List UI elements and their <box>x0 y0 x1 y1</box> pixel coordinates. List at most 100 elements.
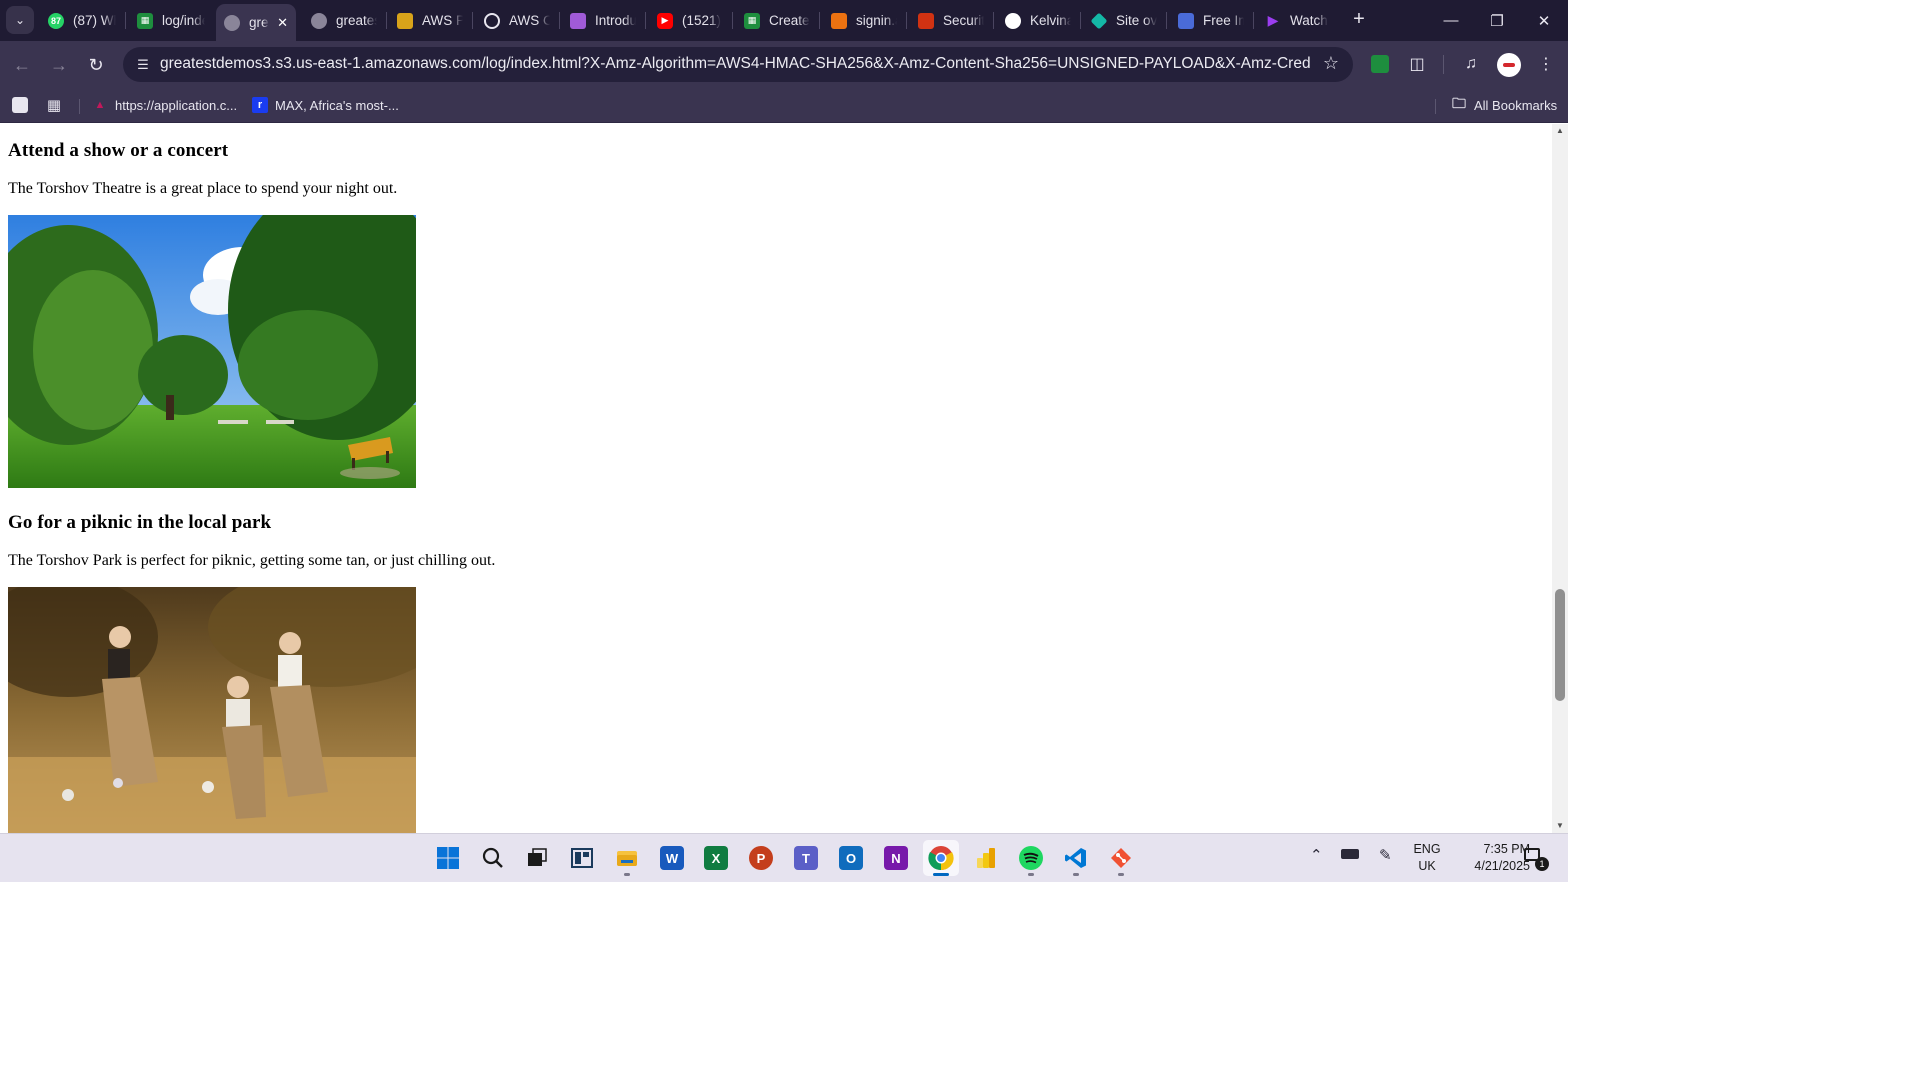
tab-label: Introduction <box>595 13 636 28</box>
tab-whatsapp[interactable]: 87 (87) WhatsApp <box>40 4 124 37</box>
site-info-icon[interactable]: ☰ <box>133 55 153 75</box>
chrome-icon[interactable] <box>923 840 959 876</box>
tab-log-index[interactable]: ▦ log/index.html <box>129 4 213 37</box>
security-icon <box>918 12 934 29</box>
tab-create[interactable]: ▦ Create <box>736 4 818 37</box>
tab-label: signin.aws <box>856 13 897 28</box>
close-window-button[interactable]: ✕ <box>1521 0 1567 41</box>
git-icon[interactable] <box>1103 840 1139 876</box>
app-icon: ▲ <box>94 99 106 111</box>
play-icon: ▶ <box>1267 12 1279 28</box>
bookmarks-bar: ▦ ▲ https://application.c... r MAX, Afri… <box>0 88 1568 123</box>
globe-icon <box>224 14 240 31</box>
max-icon: r <box>252 97 268 113</box>
tab-label: greatestdemos <box>249 15 269 30</box>
spotify-icon[interactable] <box>1013 840 1049 876</box>
start-icon[interactable] <box>430 840 466 876</box>
bookmark-application[interactable]: ▲ https://application.c... <box>92 94 238 116</box>
teams-icon[interactable]: T <box>788 840 824 876</box>
apps-grid-icon[interactable]: ▦ <box>46 94 69 116</box>
github-icon <box>1005 12 1021 29</box>
media-control-icon[interactable]: ♫ <box>1459 52 1483 76</box>
reload-button[interactable]: ↻ <box>81 50 111 80</box>
power-bi-icon[interactable] <box>968 840 1004 876</box>
whatsapp-icon: 87 <box>48 12 64 29</box>
tab-label: Free Images <box>1203 13 1244 28</box>
tab-label: AWS Policy <box>422 13 463 28</box>
close-tab-icon[interactable]: ✕ <box>271 15 288 31</box>
tab-youtube[interactable]: ▶ (1521) <box>649 4 731 37</box>
vscode-icon[interactable] <box>1058 840 1094 876</box>
forward-button[interactable]: → <box>44 50 74 80</box>
scroll-down-arrow-icon[interactable]: ▼ <box>1552 819 1568 833</box>
bookmark-label: MAX, Africa's most-... <box>275 97 399 113</box>
scroll-up-arrow-icon[interactable]: ▲ <box>1552 124 1568 138</box>
browser-toolbar: ← → ↻ ☰ greatestdemos3.s3.us-east-1.amaz… <box>0 41 1568 88</box>
tab-label: Site overview <box>1116 13 1157 28</box>
bookmark-star-icon[interactable]: ☆ <box>1323 53 1339 74</box>
extension-icon[interactable] <box>1368 52 1392 76</box>
tab-watch[interactable]: ▶ Watch <box>1257 4 1339 37</box>
menu-kebab-icon[interactable]: ⋮ <box>1534 52 1558 76</box>
tab-aws-cloud[interactable]: AWS Cloud <box>476 4 558 37</box>
notification-badge: 1 <box>1535 857 1549 871</box>
tab-label: Security <box>943 13 984 28</box>
tab-label: log/index.html <box>162 13 205 28</box>
back-button[interactable]: ← <box>7 50 37 80</box>
sack-race-photo <box>8 587 416 833</box>
address-bar[interactable]: ☰ greatestdemos3.s3.us-east-1.amazonaws.… <box>123 47 1353 82</box>
restore-button[interactable]: ❐ <box>1474 0 1520 41</box>
openai-icon <box>484 12 500 29</box>
notification-center-icon[interactable]: 1 <box>1524 848 1549 871</box>
tab-greatestdemos3[interactable]: greatestdemos3 <box>303 4 385 37</box>
section-text-theatre: The Torshov Theatre is a great place to … <box>8 180 398 197</box>
folder-icon: 🗀 <box>1452 95 1466 111</box>
tab-aws-policy[interactable]: AWS Policy <box>389 4 471 37</box>
bookmark-label: https://application.c... <box>115 97 238 113</box>
park-photo <box>8 215 416 488</box>
new-tab-button[interactable]: + <box>1347 8 1371 32</box>
extensions-puzzle-icon[interactable]: ◫ <box>1405 52 1429 76</box>
page-scrollbar[interactable]: ▲ ▼ <box>1552 124 1568 833</box>
sheet-icon: ▦ <box>744 12 760 29</box>
minimize-button[interactable]: — <box>1428 0 1474 41</box>
powerpoint-icon[interactable]: P <box>743 840 779 876</box>
page-content: Attend a show or a concert The Torshov T… <box>0 124 1552 833</box>
tab-free-images[interactable]: Free Images <box>1170 4 1252 37</box>
system-clock[interactable]: 7:35 PM 4/21/2025 <box>1462 841 1530 875</box>
word-icon[interactable]: W <box>654 840 690 876</box>
tab-label: (1521) <box>682 13 722 28</box>
language-region: UK <box>1418 859 1436 873</box>
show-hidden-icons-chevron-icon[interactable]: ⌃ <box>1310 846 1323 864</box>
globe-icon <box>311 12 327 29</box>
widgets-icon[interactable] <box>564 840 600 876</box>
tab-label: (87) WhatsApp <box>73 13 116 28</box>
pen-icon[interactable]: ✎ <box>1379 846 1392 864</box>
tab-introduction[interactable]: Introduction <box>562 4 644 37</box>
onenote-icon[interactable]: N <box>878 840 914 876</box>
scrollbar-thumb[interactable] <box>1555 589 1565 701</box>
all-bookmarks-button[interactable]: 🗀 All Bookmarks <box>1451 94 1557 116</box>
profile-avatar[interactable] <box>1497 53 1521 77</box>
excel-icon[interactable]: X <box>698 840 734 876</box>
tab-greatestdemos-active[interactable]: greatestdemos ✕ <box>216 4 296 41</box>
file-explorer-icon[interactable] <box>609 840 645 876</box>
url-text[interactable]: greatestdemos3.s3.us-east-1.amazonaws.co… <box>160 55 1310 73</box>
clock-date: 4/21/2025 <box>1474 859 1530 873</box>
tab-github[interactable]: Kelvina <box>997 4 1079 37</box>
input-language-indicator[interactable]: ENG UK <box>1404 841 1450 875</box>
tab-label: Kelvina <box>1030 13 1071 28</box>
tab-search-chevron-icon[interactable]: ⌄ <box>6 6 34 34</box>
tab-groups-icon[interactable] <box>12 94 35 116</box>
search-icon[interactable] <box>475 840 511 876</box>
bookmark-max[interactable]: r MAX, Africa's most-... <box>252 94 399 116</box>
tab-signin-aws[interactable]: signin.aws <box>823 4 905 37</box>
task-view-icon[interactable] <box>519 840 555 876</box>
outlook-icon[interactable]: O <box>833 840 869 876</box>
course-icon <box>570 12 586 29</box>
battery-icon[interactable] <box>1341 846 1359 863</box>
tab-security[interactable]: Security <box>910 4 992 37</box>
sheet-icon: ▦ <box>137 12 153 29</box>
tab-site-overview[interactable]: Site overview <box>1083 4 1165 37</box>
language-code: ENG <box>1413 842 1441 856</box>
